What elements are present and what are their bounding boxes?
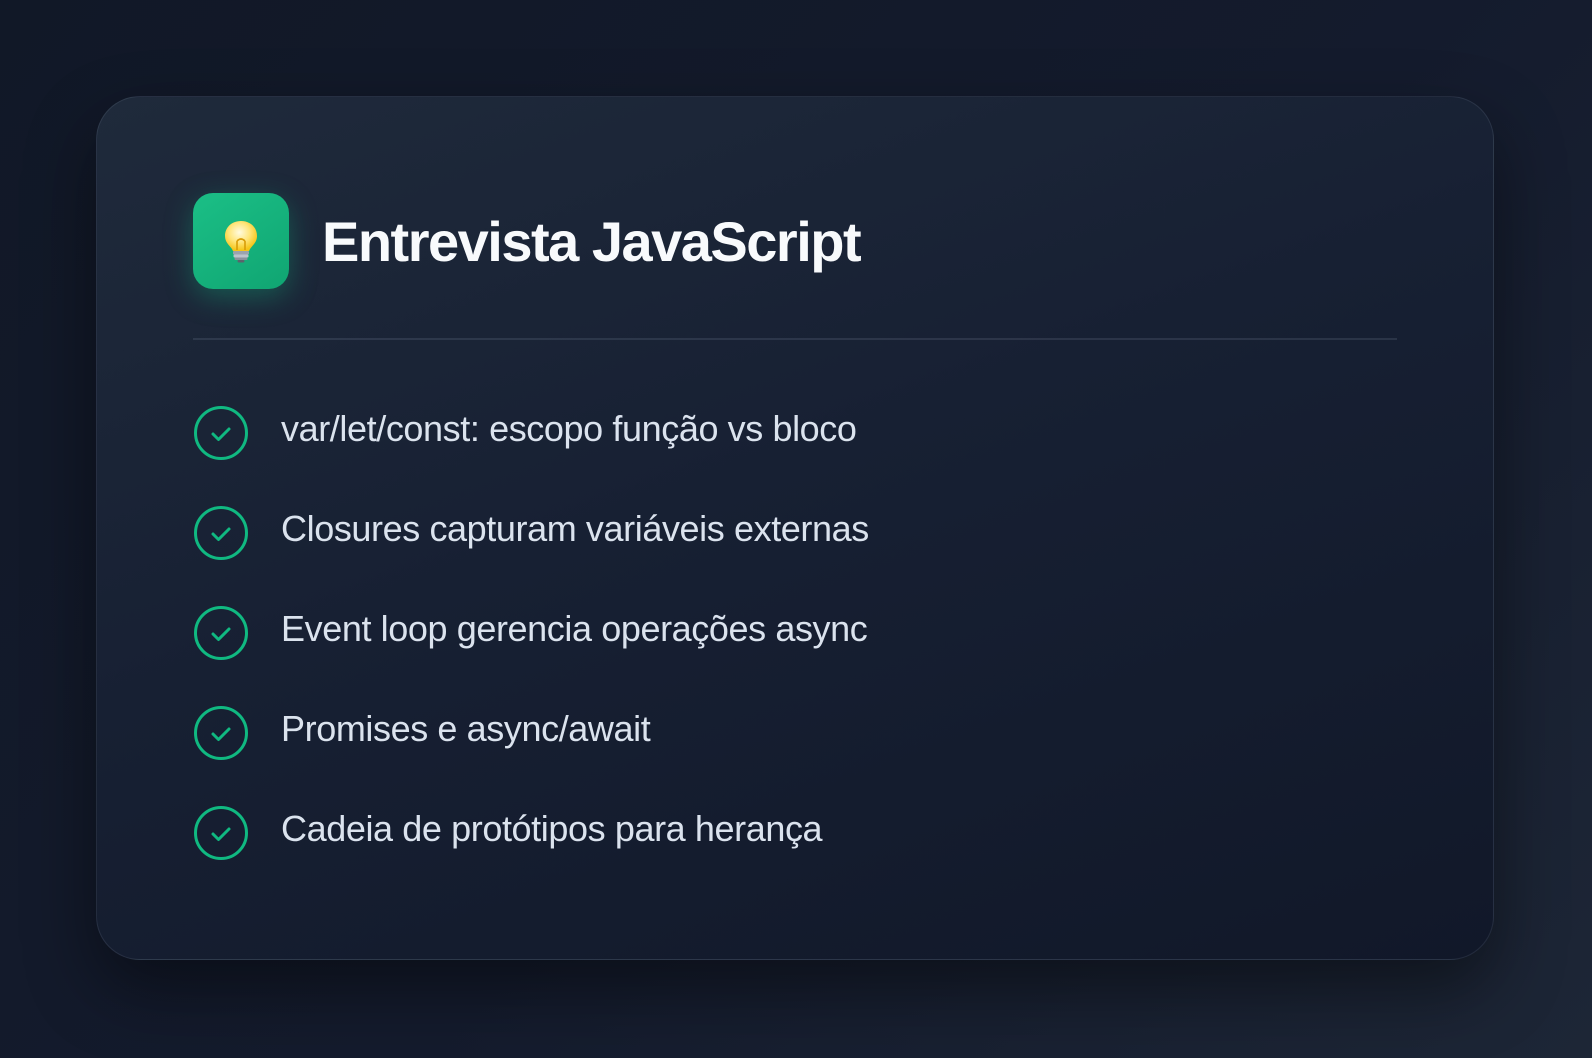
logo-tile: [193, 193, 289, 289]
list-item: Cadeia de protótipos para herança: [193, 805, 869, 861]
card-title: Entrevista JavaScript: [322, 209, 862, 273]
check-circle-icon: [194, 806, 248, 860]
list-item-label: Event loop gerencia operações async: [281, 608, 868, 649]
list-item: Promises e async/await: [193, 705, 869, 761]
check-circle-icon: [194, 606, 248, 660]
list-item-label: var/let/const: escopo função vs bloco: [281, 408, 857, 449]
list-item: Event loop gerencia operações async: [193, 605, 869, 661]
card: Entrevista JavaScript var/let/const: esc…: [96, 96, 1494, 960]
check-circle-icon: [194, 706, 248, 760]
lightbulb-icon: [225, 221, 257, 263]
list-item-label: Cadeia de protótipos para herança: [281, 808, 823, 849]
card-header: Entrevista JavaScript: [193, 193, 862, 289]
header-divider: [193, 338, 1397, 340]
list-item-label: Promises e async/await: [281, 708, 651, 749]
list-item-label: Closures capturam variáveis externas: [281, 508, 869, 549]
list-item: Closures capturam variáveis externas: [193, 505, 869, 561]
list-item: var/let/const: escopo função vs bloco: [193, 405, 869, 461]
check-circle-icon: [194, 506, 248, 560]
checklist: var/let/const: escopo função vs bloco Cl…: [193, 405, 869, 905]
check-circle-icon: [194, 406, 248, 460]
